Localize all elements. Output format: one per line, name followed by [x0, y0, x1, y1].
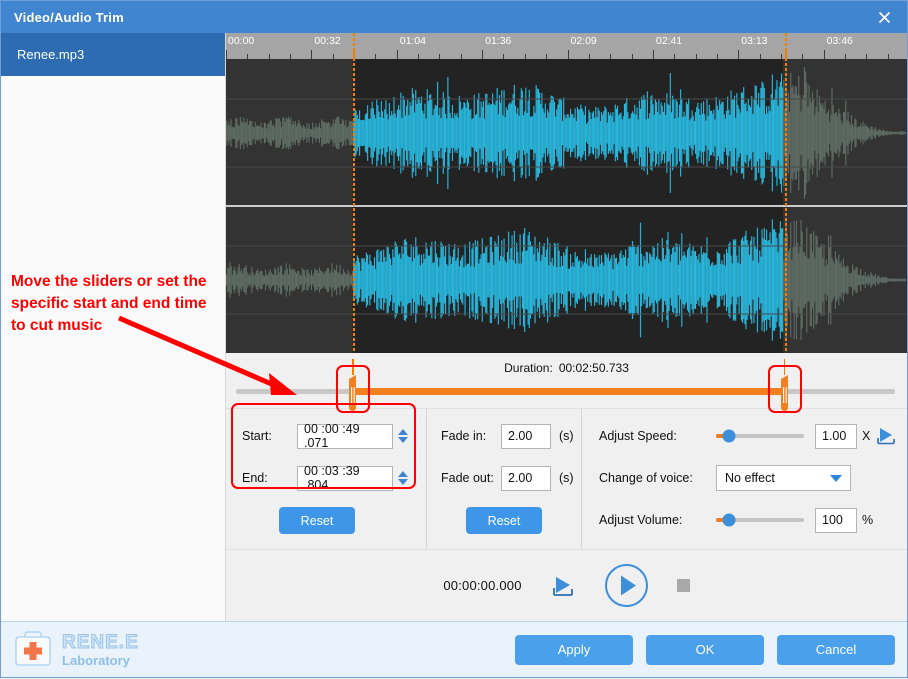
- logo-tagline: Laboratory: [62, 652, 130, 668]
- waveform-area: 00:00 00:32 01:04 01:36 02:09 02:41 03:13 03:46…: [226, 33, 907, 353]
- ok-button[interactable]: OK: [646, 634, 764, 665]
- chevron-down-icon[interactable]: [830, 474, 842, 482]
- timeline-ruler[interactable]: 00:00 00:32 01:04 01:36 02:09 02:41 03:13 03:46…: [226, 33, 907, 59]
- effects-column: Adjust Speed: 1.00 X Change of voice: No…: [581, 409, 907, 549]
- annotation-instruction-text: Move the sliders or set the specific sta…: [11, 273, 207, 334]
- editor-content: 00:00 00:32 01:04 01:36 02:09 02:41 03:13 03:46…: [226, 33, 907, 621]
- ruler-tick-major: [311, 50, 313, 59]
- end-marker-line: [784, 33, 787, 353]
- fade-in-unit: (s): [559, 429, 574, 443]
- main-body: Renee.mp3 Move the sliders or set the sp…: [1, 33, 907, 621]
- stepper-down-icon[interactable]: [398, 437, 408, 443]
- start-slider-handle[interactable]: [347, 359, 359, 413]
- ruler-tick-label: 01:04: [399, 35, 427, 47]
- fade-in-input[interactable]: 2.00: [501, 423, 551, 449]
- apply-button[interactable]: Apply: [515, 634, 633, 665]
- ruler-tick-major: [396, 50, 398, 59]
- ruler-tick-label: 00:32: [314, 35, 341, 47]
- ruler-tick-label: 02:09: [570, 35, 597, 47]
- speed-value: 1.00: [822, 429, 847, 443]
- duration-display: Duration: 00:02:50.733: [226, 361, 907, 375]
- ruler-tick-major: [482, 50, 484, 59]
- sidebar-blank-area: Move the sliders or set the specific sta…: [1, 76, 225, 621]
- video-audio-trim-window: Video/Audio Trim Renee.mp3 Move the slid…: [0, 0, 908, 678]
- ruler-tick-major: [823, 50, 825, 59]
- volume-slider-thumb[interactable]: [722, 513, 736, 527]
- speed-unit-label: X: [862, 429, 871, 443]
- brand-logo: RENE.E Laboratory: [11, 630, 139, 670]
- cancel-button[interactable]: Cancel: [777, 634, 895, 665]
- file-name-label: Renee.mp3: [17, 47, 85, 62]
- ruler-tick-major: [567, 50, 569, 59]
- end-time-stepper[interactable]: [396, 471, 410, 485]
- adjust-volume-label: Adjust Volume:: [599, 513, 683, 527]
- ruler-tick-major: [652, 50, 654, 59]
- playback-timecode: 00:00:00.000: [443, 578, 522, 593]
- speed-slider[interactable]: [716, 427, 804, 445]
- start-marker-line: [353, 33, 356, 353]
- duration-value: 00:02:50.733: [558, 361, 629, 375]
- adjust-speed-label: Adjust Speed:: [599, 429, 677, 443]
- fade-out-input[interactable]: 2.00: [501, 465, 551, 491]
- voice-effect-select[interactable]: No effect: [716, 465, 851, 491]
- sidebar-item-file[interactable]: Renee.mp3: [1, 33, 225, 76]
- play-preview-icon[interactable]: [550, 574, 576, 598]
- start-time-value: 00 :00 :49 .071: [304, 422, 360, 450]
- waveform-canvas[interactable]: [226, 59, 907, 353]
- trim-reset-button[interactable]: Reset: [278, 507, 356, 534]
- volume-value-input[interactable]: 100: [815, 507, 857, 533]
- fade-reset-button[interactable]: Reset: [465, 507, 543, 534]
- volume-unit-label: %: [862, 513, 874, 527]
- end-time-value: 00 :03 :39 .804: [304, 464, 360, 492]
- start-label: Start:: [242, 429, 272, 443]
- ruler-tick-label: 01:36: [485, 35, 512, 47]
- stepper-up-icon[interactable]: [398, 471, 408, 477]
- volume-value: 100: [822, 513, 843, 527]
- medical-case-icon: [15, 630, 51, 666]
- voice-effect-value: No effect: [725, 471, 775, 485]
- fade-column: Fade in: 2.00 (s) Fade out: 2.00 (s) Res…: [426, 409, 581, 549]
- play-preview-icon[interactable]: [875, 426, 897, 446]
- ruler-tick-label: 00:00: [228, 35, 255, 47]
- slider-selected-range[interactable]: [355, 388, 783, 395]
- fade-in-value: 2.00: [508, 429, 533, 443]
- ruler-tick-label: 03:13: [741, 35, 768, 47]
- start-handle-tick: [352, 359, 354, 375]
- close-icon[interactable]: [861, 1, 907, 33]
- start-time-input[interactable]: 00 :00 :49 .071: [297, 422, 393, 450]
- fade-out-value: 2.00: [508, 471, 533, 485]
- speed-slider-thumb[interactable]: [722, 429, 736, 443]
- end-slider-handle[interactable]: [779, 359, 791, 413]
- ruler-tick-label: 03:46: [826, 35, 853, 47]
- ruler-tick-major: [226, 50, 227, 59]
- footer-bar: RENE.E Laboratory Apply OK Cancel: [1, 621, 907, 677]
- stepper-up-icon[interactable]: [398, 429, 408, 435]
- start-time-stepper[interactable]: [396, 429, 410, 443]
- end-label: End:: [242, 471, 268, 485]
- window-title: Video/Audio Trim: [14, 9, 124, 25]
- change-of-voice-label: Change of voice:: [599, 471, 693, 485]
- footer-buttons: Apply OK Cancel: [515, 634, 895, 665]
- file-sidebar: Renee.mp3 Move the sliders or set the sp…: [1, 33, 226, 621]
- fade-out-unit: (s): [559, 471, 574, 485]
- fade-in-label: Fade in:: [441, 429, 487, 443]
- title-bar: Video/Audio Trim: [1, 1, 907, 33]
- trim-time-column: Start: 00 :00 :49 .071 End: 00 :03 :39 .…: [226, 403, 426, 549]
- play-circle-icon[interactable]: [604, 563, 649, 608]
- stepper-down-icon[interactable]: [398, 479, 408, 485]
- ruler-tick-major: [738, 50, 740, 59]
- playback-bar: 00:00:00.000: [226, 549, 907, 621]
- settings-panel: Start: 00 :00 :49 .071 End: 00 :03 :39 .…: [226, 403, 907, 549]
- trim-slider-row: Duration: 00:02:50.733: [226, 353, 907, 413]
- ruler-tick-label: 02:41: [655, 35, 683, 47]
- volume-slider[interactable]: [716, 511, 804, 529]
- duration-label: Duration:: [504, 361, 553, 375]
- stop-icon[interactable]: [676, 579, 690, 592]
- end-time-input[interactable]: 00 :03 :39 .804: [297, 464, 393, 492]
- end-handle-tick: [783, 359, 786, 375]
- speed-value-input[interactable]: 1.00: [815, 423, 857, 449]
- logo-brand-name: RENE.E: [62, 631, 139, 653]
- fade-out-label: Fade out:: [441, 471, 494, 485]
